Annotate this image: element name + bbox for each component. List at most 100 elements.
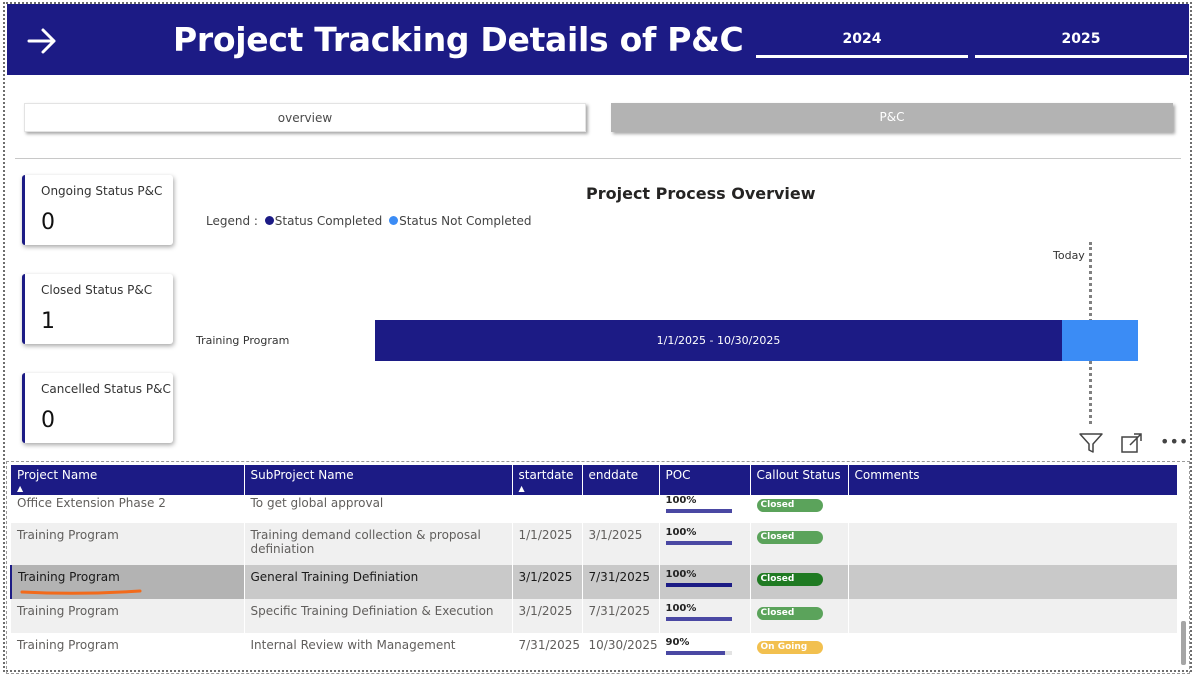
poc-value: 90%	[665, 637, 690, 648]
status-badge: Closed	[756, 499, 823, 512]
cell-callout-status: Closed	[750, 565, 849, 599]
card-value: 0	[41, 408, 55, 433]
cell-callout-status: Closed	[750, 599, 849, 633]
card-value: 0	[41, 210, 55, 235]
table-row-selected[interactable]: Training Program General Training Defini…	[10, 565, 1177, 599]
cell-poc: 100%	[659, 495, 751, 523]
card-label: Ongoing Status P&C	[41, 184, 163, 198]
cell-callout-status: Closed	[750, 495, 849, 523]
cell-startdate	[512, 495, 583, 523]
poc-progress-fill	[665, 583, 732, 587]
cell-startdate: 3/1/2025	[512, 565, 583, 599]
cell-poc: 100%	[659, 523, 751, 565]
sort-ascending-icon: ▲	[17, 484, 24, 493]
poc-progress-fill	[665, 651, 725, 655]
year-filter-2025[interactable]: 2025	[975, 26, 1187, 58]
cell-comments	[848, 495, 1177, 523]
cell-comments	[848, 565, 1177, 599]
cell-subproject-name: Internal Review with Management	[244, 633, 513, 666]
table-row[interactable]: Training Program Training demand collect…	[11, 523, 1177, 565]
tab-overview[interactable]: overview	[24, 103, 586, 132]
project-table: Project Name ▲ SubProject Name startdate ▲…	[10, 465, 1177, 666]
card-label: Cancelled Status P&C	[41, 382, 171, 396]
cell-poc: 90%	[659, 633, 751, 666]
column-header-startdate[interactable]: startdate ▲	[512, 465, 583, 495]
page-title: Project Tracking Details of P&C	[173, 20, 744, 59]
poc-value: 100%	[665, 569, 697, 580]
status-badge: Closed	[756, 573, 823, 586]
cell-project-name: Training Program	[11, 633, 245, 666]
cell-subproject-name: To get global approval	[244, 495, 513, 523]
poc-progress-bar	[665, 651, 732, 655]
sort-ascending-icon: ▲	[518, 484, 525, 493]
focus-mode-icon[interactable]	[1120, 431, 1144, 455]
card-value: 1	[41, 309, 55, 334]
cell-callout-status: Closed	[750, 523, 849, 565]
cell-enddate: 10/30/2025	[582, 633, 660, 666]
cell-enddate: 7/31/2025	[582, 599, 660, 633]
poc-progress-bar	[665, 583, 732, 587]
year-filter-2024[interactable]: 2024	[756, 26, 968, 58]
cell-startdate: 3/1/2025	[512, 599, 583, 633]
filter-icon[interactable]	[1078, 431, 1104, 455]
card-label: Closed Status P&C	[41, 283, 153, 297]
cell-startdate: 1/1/2025	[512, 523, 583, 565]
cell-enddate: 7/31/2025	[582, 565, 660, 599]
poc-progress-bar	[665, 617, 732, 621]
today-label: Today	[1053, 249, 1085, 262]
tab-pc[interactable]: P&C	[611, 103, 1173, 132]
table-row[interactable]: Training Program Specific Training Defin…	[11, 599, 1177, 633]
legend-completed-label: Status Completed	[274, 214, 383, 228]
cell-project-name: Training Program	[11, 599, 245, 633]
status-badge: On Going	[756, 641, 823, 654]
poc-progress-fill	[665, 541, 732, 545]
poc-value: 100%	[665, 603, 697, 614]
gantt-bar-not-completed[interactable]	[1062, 320, 1138, 361]
cell-enddate: 3/1/2025	[582, 523, 660, 565]
cell-subproject-name: Specific Training Definiation & Executio…	[244, 599, 513, 633]
gantt-title: Project Process Overview	[586, 184, 816, 203]
legend-completed-dot	[264, 216, 274, 225]
table-header-row: Project Name ▲ SubProject Name startdate ▲…	[11, 465, 1177, 495]
legend-prefix: Legend :	[206, 214, 258, 228]
poc-value: 100%	[665, 495, 697, 506]
cell-comments	[848, 633, 1177, 666]
card-closed-status[interactable]: Closed Status P&C 1	[22, 274, 173, 344]
poc-progress-bar	[665, 541, 732, 545]
status-badge: Closed	[756, 531, 823, 544]
cell-callout-status: On Going	[750, 633, 849, 666]
status-badge: Closed	[756, 607, 823, 620]
column-header-project-name[interactable]: Project Name ▲	[11, 465, 245, 495]
cell-poc: 100%	[659, 565, 751, 599]
column-header-poc[interactable]: POC	[659, 465, 751, 495]
more-options-icon[interactable]: •••	[1160, 431, 1188, 455]
card-ongoing-status[interactable]: Ongoing Status P&C 0	[22, 175, 173, 245]
cell-enddate	[582, 495, 660, 523]
cell-project-name: Training Program	[11, 523, 245, 565]
gantt-row-label: Training Program	[196, 334, 290, 347]
column-header-comments[interactable]: Comments	[848, 465, 1177, 495]
gantt-bar-label: 1/1/2025 - 10/30/2025	[656, 334, 781, 347]
cell-project-name: Office Extension Phase 2	[11, 495, 245, 523]
table-scrollbar[interactable]	[1181, 621, 1186, 665]
table-row[interactable]: Training Program Internal Review with Ma…	[11, 633, 1177, 666]
arrow-right-icon[interactable]	[27, 26, 57, 56]
cell-comments	[848, 599, 1177, 633]
cell-subproject-name: General Training Definiation	[244, 565, 513, 599]
divider	[15, 158, 1181, 159]
column-header-callout-status[interactable]: Callout Status	[750, 465, 849, 495]
column-header-subproject-name[interactable]: SubProject Name	[244, 465, 513, 495]
cell-startdate: 7/31/2025	[512, 633, 583, 666]
poc-value: 100%	[665, 527, 697, 538]
cell-comments	[848, 523, 1177, 565]
table-row[interactable]: Office Extension Phase 2 To get global a…	[11, 495, 1177, 523]
poc-progress-fill	[665, 509, 732, 513]
gantt-legend: Legend : Status Completed Status Not Com…	[206, 214, 531, 228]
card-cancelled-status[interactable]: Cancelled Status P&C 0	[22, 373, 173, 443]
cell-poc: 100%	[659, 599, 751, 633]
poc-progress-fill	[665, 617, 732, 621]
cell-subproject-name: Training demand collection & proposal de…	[244, 523, 513, 565]
legend-not-completed-dot	[389, 216, 399, 225]
column-header-enddate[interactable]: enddate	[582, 465, 660, 495]
legend-not-completed-label: Status Not Completed	[399, 214, 532, 228]
